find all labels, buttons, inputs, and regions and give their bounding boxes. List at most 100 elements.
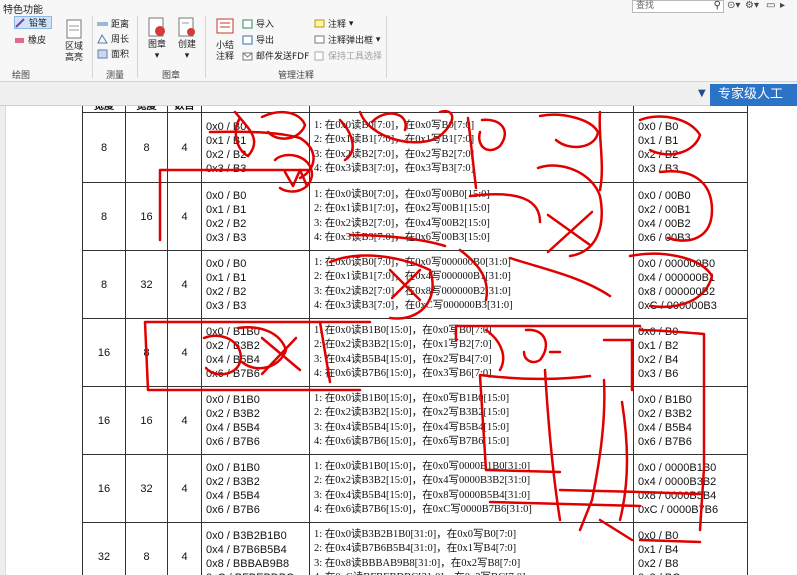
ops-line: 2: 在0x2读B3B2[15:0]，在0x1写B2[7:0] xyxy=(314,339,492,351)
settings-icon[interactable]: ⚙▾ xyxy=(745,0,759,11)
pen-button[interactable]: 铅笔 xyxy=(14,16,52,29)
stamp-dropdown-icon[interactable]: ▾ xyxy=(142,51,172,62)
ops-line: 4: 在0x3读B3[7:0]，在0x6写00B3[15:0] xyxy=(314,231,490,243)
stamp-icon xyxy=(147,16,167,38)
annotation-button[interactable]: 注释 ▾ xyxy=(314,17,353,30)
expert-service-button[interactable]: 专家级人工 xyxy=(710,84,797,106)
pen-label: 铅笔 xyxy=(29,19,48,29)
search-input[interactable]: 查找 ⚲ xyxy=(632,0,724,13)
measure-group-label: 测量 xyxy=(106,71,125,81)
result-line: 0x2 / B8 xyxy=(638,557,679,570)
table-body: 8 8 4 0x0 / B0 0x1 / B1 0x2 / B2 0x3 / B3 1: 在0… xyxy=(82,112,748,575)
annotation-popup-icon xyxy=(314,35,325,45)
ops-line: 2: 在0x1读B1[7:0]，在0x1写B1[7:0] xyxy=(314,134,475,146)
stamp-label: 图章 xyxy=(147,40,166,50)
help-icon[interactable]: ⊙▾ xyxy=(727,0,740,11)
table-cell-c2: 8 xyxy=(125,318,168,387)
summary-icon xyxy=(215,17,235,39)
document-view[interactable]: 宽度 宽度 数目 8 8 4 0x0 / B0 0x1 / B1 0x2 / B2 0x3 … xyxy=(0,106,797,575)
ops-line: 1: 在0x0读B3B2B1B0[31:0]，在0x0写B0[7:0] xyxy=(314,528,517,540)
ribbon-tab-title[interactable]: 特色功能 xyxy=(3,1,43,16)
lanes-line: 0x0 / B0 xyxy=(206,120,247,133)
table-cell-c2: 16 xyxy=(125,182,168,251)
result-line: 0x2 / B2 xyxy=(638,148,679,161)
result-line: 0x4 / 00B2 xyxy=(638,217,691,230)
lanes-line: 0x6 / B7B6 xyxy=(206,503,260,516)
table-cell-c2: 8 xyxy=(125,522,168,575)
create-stamp-button[interactable]: 创建 ▾ xyxy=(172,16,202,62)
ops-line: 2: 在0x1读B1[7:0]，在0x4写000000B1[31:0] xyxy=(314,271,511,283)
ops-line: 2: 在0x2读B3B2[15:0]，在0x2写B3B2[15:0] xyxy=(314,407,510,419)
export-button[interactable]: 导出 xyxy=(242,33,274,46)
create-stamp-label: 创建 xyxy=(177,40,196,50)
stamp-button[interactable]: 图章 ▾ xyxy=(142,16,172,62)
table-cell-ops: 1: 在0x0读B0[7:0]，在0x0写B0[7:0] 2: 在0x1读B1[7… xyxy=(309,112,634,183)
toolbar-dropdown-icon[interactable]: ▼ xyxy=(698,88,706,99)
table-cell-c1: 8 xyxy=(82,250,126,319)
lanes-line: 0x2 / B3B2 xyxy=(206,339,260,352)
ops-line: 3: 在0x2读B2[7:0]，在0x4写00B2[15:0] xyxy=(314,217,490,229)
result-line: 0x2 / B3B2 xyxy=(638,407,692,420)
lanes-line: 0x1 / B1 xyxy=(206,203,247,216)
annotation-popup-dropdown-icon[interactable]: ▾ xyxy=(373,35,381,45)
region-highlight-label-2: 高亮 xyxy=(64,53,83,63)
more-icon[interactable]: ▸ xyxy=(780,0,785,11)
table-row: 16 8 4 0x0 / B1B0 0x2 / B3B2 0x4 / B5B4 0x6 / … xyxy=(82,318,748,387)
result-line: 0x0 / 00B0 xyxy=(638,189,691,202)
lanes-line: 0x1 / B1 xyxy=(206,134,247,147)
result-line: 0x2 / 00B1 xyxy=(638,203,691,216)
lanes-line: 0x2 / B3B2 xyxy=(206,475,260,488)
table-cell-c3: 4 xyxy=(167,182,202,251)
table-cell-lanes: 0x0 / B0 0x1 / B1 0x2 / B2 0x3 / B3 xyxy=(201,182,310,251)
result-line: 0x4 / 0000B3B2 xyxy=(638,475,717,488)
table-cell-c3: 4 xyxy=(167,386,202,455)
area-button[interactable]: 面积 xyxy=(97,47,129,60)
result-line: 0x3 / B3 xyxy=(638,162,679,175)
table-cell-lanes: 0x0 / B1B0 0x2 / B3B2 0x4 / B5B4 0x6 / B7B6 xyxy=(201,386,310,455)
ops-line: 3: 在0x2读B2[7:0]，在0x2写B2[7:0] xyxy=(314,148,475,160)
perimeter-button[interactable]: 周长 xyxy=(97,32,129,45)
result-line: 0x0 / B0 xyxy=(638,120,679,133)
result-line: 0x8 / 000000B2 xyxy=(638,285,716,298)
eraser-label: 橡皮 xyxy=(28,36,47,46)
lanes-line: 0x6 / B7B6 xyxy=(206,435,260,448)
result-line: 0xC / 0000B7B6 xyxy=(638,503,719,516)
result-line: 0x1 / B1 xyxy=(638,134,679,147)
perimeter-label: 周长 xyxy=(111,35,130,45)
draw-group-label: 绘图 xyxy=(12,71,31,81)
table-cell-lanes: 0x0 / B0 0x1 / B1 0x2 / B2 0x3 / B3 xyxy=(201,250,310,319)
search-icon[interactable]: ⚲ xyxy=(714,0,721,11)
ops-line: 1: 在0x0读B1B0[15:0]，在0x0写B0[7:0] xyxy=(314,324,492,336)
lanes-line: 0x3 / B3 xyxy=(206,162,247,175)
result-line: 0x0 / B0 xyxy=(638,529,679,542)
summary-label-2: 注释 xyxy=(215,52,234,62)
region-highlight-button[interactable]: 区域 高亮 xyxy=(59,18,89,64)
distance-button[interactable]: 距离 xyxy=(97,17,129,30)
create-dropdown-icon[interactable]: ▾ xyxy=(172,51,202,62)
import-label: 导入 xyxy=(256,20,275,30)
keep-tool-selected-checkbox[interactable]: 保持工具选择 xyxy=(314,49,382,62)
table-cell-result: 0x0 / B1B0 0x2 / B3B2 0x4 / B5B4 0x6 / B7B6 xyxy=(633,386,748,455)
result-line: 0x0 / 0000B1B0 xyxy=(638,461,717,474)
window-icon[interactable]: ▭ xyxy=(766,0,775,11)
import-button[interactable]: 导入 xyxy=(242,17,274,30)
data-table: 宽度 宽度 数目 8 8 4 0x0 / B0 0x1 / B1 0x2 / B2 0x3 … xyxy=(82,106,748,575)
summary-comments-button[interactable]: 小结 注释 xyxy=(210,17,240,63)
eraser-button[interactable]: 橡皮 xyxy=(14,33,46,46)
result-line: 0xC / 000000B3 xyxy=(638,299,717,312)
table-cell-ops: 1: 在0x0读B1B0[15:0]，在0x0写0000B1B0[31:0] 2:… xyxy=(309,454,634,523)
lanes-line: 0x4 / B5B4 xyxy=(206,353,260,366)
table-cell-c1: 32 xyxy=(82,522,126,575)
result-line: 0x6 / B7B6 xyxy=(638,435,692,448)
result-line: 0x0 / 000000B0 xyxy=(638,257,716,270)
annotation-dropdown-icon[interactable]: ▾ xyxy=(346,19,354,29)
table-cell-lanes: 0x0 / B1B0 0x2 / B3B2 0x4 / B5B4 0x6 / B7B6 xyxy=(201,454,310,523)
table-cell-ops: 1: 在0x0读B1B0[15:0]，在0x0写B0[7:0] 2: 在0x2读B… xyxy=(309,318,634,387)
lanes-line: 0x0 / B0 xyxy=(206,189,247,202)
annotation-popup-button[interactable]: 注释弹出框 ▾ xyxy=(314,33,380,46)
table-cell-ops: 1: 在0x0读B3B2B1B0[31:0]，在0x0写B0[7:0] 2: 在0… xyxy=(309,522,634,575)
lanes-line: 0x3 / B3 xyxy=(206,231,247,244)
table-row: 8 8 4 0x0 / B0 0x1 / B1 0x2 / B2 0x3 / B3 1: 在0… xyxy=(82,112,748,183)
export-icon xyxy=(242,35,253,45)
email-fdf-button[interactable]: 邮件发送FDF xyxy=(242,49,309,62)
